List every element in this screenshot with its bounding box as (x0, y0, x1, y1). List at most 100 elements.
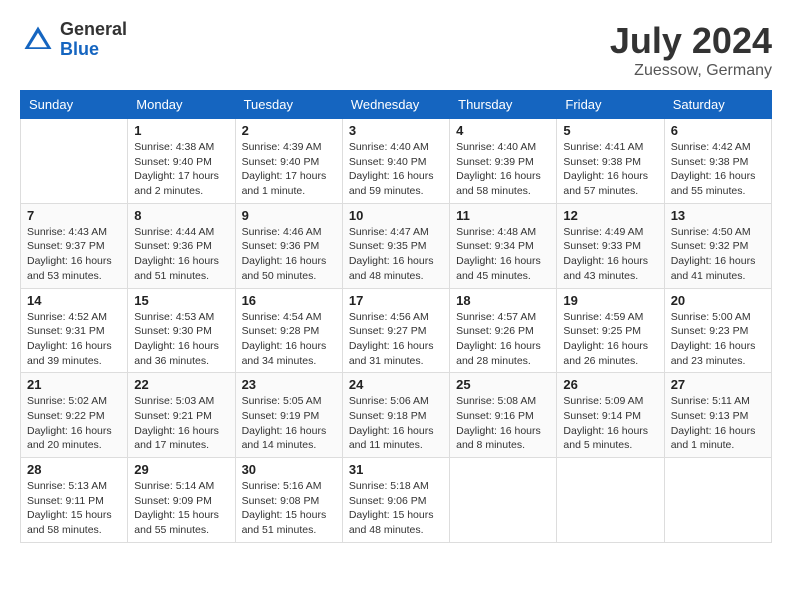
day-number: 3 (349, 123, 443, 138)
calendar-cell (21, 119, 128, 204)
day-number: 4 (456, 123, 550, 138)
title-block: July 2024 Zuessow, Germany (610, 20, 772, 80)
calendar-cell: 28 Sunrise: 5:13 AM Sunset: 9:11 PM Dayli… (21, 458, 128, 543)
day-info: Sunrise: 5:08 AM Sunset: 9:16 PM Dayligh… (456, 394, 550, 453)
calendar-cell: 23 Sunrise: 5:05 AM Sunset: 9:19 PM Dayli… (235, 373, 342, 458)
calendar-cell: 17Sunrise: 4:56 AM Sunset: 9:27 PM Dayli… (342, 288, 449, 373)
day-info: Sunrise: 5:03 AM Sunset: 9:21 PM Dayligh… (134, 394, 228, 453)
day-number: 22 (134, 377, 228, 392)
calendar-cell: 19 Sunrise: 4:59 AM Sunset: 9:25 PM Dayli… (557, 288, 664, 373)
calendar-cell: 22 Sunrise: 5:03 AM Sunset: 9:21 PM Dayli… (128, 373, 235, 458)
day-info: Sunrise: 5:06 AM Sunset: 9:18 PM Dayligh… (349, 394, 443, 453)
calendar-cell: 3 Sunrise: 4:40 AM Sunset: 9:40 PM Daylig… (342, 119, 449, 204)
day-number: 27 (671, 377, 765, 392)
calendar-cell: 29Sunrise: 5:14 AM Sunset: 9:09 PM Dayli… (128, 458, 235, 543)
day-number: 16 (242, 293, 336, 308)
day-info: Sunrise: 5:14 AM Sunset: 9:09 PM Dayligh… (134, 479, 228, 538)
weekday-header-row: SundayMondayTuesdayWednesdayThursdayFrid… (21, 91, 772, 119)
day-info: Sunrise: 5:09 AM Sunset: 9:14 PM Dayligh… (563, 394, 657, 453)
weekday-header-sunday: Sunday (21, 91, 128, 119)
calendar-cell: 16 Sunrise: 4:54 AM Sunset: 9:28 PM Dayli… (235, 288, 342, 373)
calendar-week-row: 28 Sunrise: 5:13 AM Sunset: 9:11 PM Dayli… (21, 458, 772, 543)
day-number: 14 (27, 293, 121, 308)
day-info: Sunrise: 4:56 AM Sunset: 9:27 PM Dayligh… (349, 310, 443, 369)
logo-icon (20, 22, 56, 58)
day-info: Sunrise: 4:57 AM Sunset: 9:26 PM Dayligh… (456, 310, 550, 369)
day-number: 21 (27, 377, 121, 392)
day-number: 19 (563, 293, 657, 308)
day-info: Sunrise: 4:44 AM Sunset: 9:36 PM Dayligh… (134, 225, 228, 284)
calendar-week-row: 21 Sunrise: 5:02 AM Sunset: 9:22 PM Dayli… (21, 373, 772, 458)
day-number: 13 (671, 208, 765, 223)
day-info: Sunrise: 4:59 AM Sunset: 9:25 PM Dayligh… (563, 310, 657, 369)
day-info: Sunrise: 4:46 AM Sunset: 9:36 PM Dayligh… (242, 225, 336, 284)
day-info: Sunrise: 4:47 AM Sunset: 9:35 PM Dayligh… (349, 225, 443, 284)
day-number: 9 (242, 208, 336, 223)
day-info: Sunrise: 5:16 AM Sunset: 9:08 PM Dayligh… (242, 479, 336, 538)
day-info: Sunrise: 5:05 AM Sunset: 9:19 PM Dayligh… (242, 394, 336, 453)
day-number: 12 (563, 208, 657, 223)
day-number: 23 (242, 377, 336, 392)
calendar-cell: 4 Sunrise: 4:40 AM Sunset: 9:39 PM Daylig… (450, 119, 557, 204)
calendar-cell (664, 458, 771, 543)
logo-general-label: General (60, 20, 127, 40)
logo-blue-label: Blue (60, 40, 127, 60)
calendar-cell: 27 Sunrise: 5:11 AM Sunset: 9:13 PM Dayli… (664, 373, 771, 458)
day-info: Sunrise: 5:18 AM Sunset: 9:06 PM Dayligh… (349, 479, 443, 538)
day-number: 5 (563, 123, 657, 138)
calendar-cell: 25 Sunrise: 5:08 AM Sunset: 9:16 PM Dayli… (450, 373, 557, 458)
day-info: Sunrise: 5:11 AM Sunset: 9:13 PM Dayligh… (671, 394, 765, 453)
day-number: 8 (134, 208, 228, 223)
calendar-body: 1Sunrise: 4:38 AM Sunset: 9:40 PM Daylig… (21, 119, 772, 543)
day-number: 11 (456, 208, 550, 223)
day-number: 30 (242, 462, 336, 477)
calendar-cell (557, 458, 664, 543)
day-info: Sunrise: 4:54 AM Sunset: 9:28 PM Dayligh… (242, 310, 336, 369)
day-info: Sunrise: 4:50 AM Sunset: 9:32 PM Dayligh… (671, 225, 765, 284)
day-info: Sunrise: 5:02 AM Sunset: 9:22 PM Dayligh… (27, 394, 121, 453)
weekday-header-saturday: Saturday (664, 91, 771, 119)
calendar-cell: 20Sunrise: 5:00 AM Sunset: 9:23 PM Dayli… (664, 288, 771, 373)
calendar-cell: 18Sunrise: 4:57 AM Sunset: 9:26 PM Dayli… (450, 288, 557, 373)
calendar-cell: 24 Sunrise: 5:06 AM Sunset: 9:18 PM Dayli… (342, 373, 449, 458)
day-number: 28 (27, 462, 121, 477)
day-number: 26 (563, 377, 657, 392)
day-info: Sunrise: 5:13 AM Sunset: 9:11 PM Dayligh… (27, 479, 121, 538)
calendar-cell: 30 Sunrise: 5:16 AM Sunset: 9:08 PM Dayli… (235, 458, 342, 543)
calendar-cell: 11 Sunrise: 4:48 AM Sunset: 9:34 PM Dayli… (450, 203, 557, 288)
day-info: Sunrise: 4:43 AM Sunset: 9:37 PM Dayligh… (27, 225, 121, 284)
calendar-table: SundayMondayTuesdayWednesdayThursdayFrid… (20, 90, 772, 543)
day-info: Sunrise: 5:00 AM Sunset: 9:23 PM Dayligh… (671, 310, 765, 369)
day-number: 7 (27, 208, 121, 223)
calendar-cell: 21 Sunrise: 5:02 AM Sunset: 9:22 PM Dayli… (21, 373, 128, 458)
day-info: Sunrise: 4:41 AM Sunset: 9:38 PM Dayligh… (563, 140, 657, 199)
day-info: Sunrise: 4:52 AM Sunset: 9:31 PM Dayligh… (27, 310, 121, 369)
day-number: 24 (349, 377, 443, 392)
calendar-cell: 6Sunrise: 4:42 AM Sunset: 9:38 PM Daylig… (664, 119, 771, 204)
day-info: Sunrise: 4:48 AM Sunset: 9:34 PM Dayligh… (456, 225, 550, 284)
calendar-cell: 1Sunrise: 4:38 AM Sunset: 9:40 PM Daylig… (128, 119, 235, 204)
location-label: Zuessow, Germany (610, 62, 772, 80)
calendar-cell: 5 Sunrise: 4:41 AM Sunset: 9:38 PM Daylig… (557, 119, 664, 204)
calendar-cell: 14 Sunrise: 4:52 AM Sunset: 9:31 PM Dayli… (21, 288, 128, 373)
day-info: Sunrise: 4:40 AM Sunset: 9:39 PM Dayligh… (456, 140, 550, 199)
day-info: Sunrise: 4:38 AM Sunset: 9:40 PM Dayligh… (134, 140, 228, 199)
weekday-header-monday: Monday (128, 91, 235, 119)
day-info: Sunrise: 4:42 AM Sunset: 9:38 PM Dayligh… (671, 140, 765, 199)
weekday-header-wednesday: Wednesday (342, 91, 449, 119)
day-number: 15 (134, 293, 228, 308)
day-info: Sunrise: 4:39 AM Sunset: 9:40 PM Dayligh… (242, 140, 336, 199)
calendar-cell: 7 Sunrise: 4:43 AM Sunset: 9:37 PM Daylig… (21, 203, 128, 288)
day-info: Sunrise: 4:53 AM Sunset: 9:30 PM Dayligh… (134, 310, 228, 369)
day-info: Sunrise: 4:49 AM Sunset: 9:33 PM Dayligh… (563, 225, 657, 284)
calendar-cell: 31Sunrise: 5:18 AM Sunset: 9:06 PM Dayli… (342, 458, 449, 543)
calendar-cell: 12 Sunrise: 4:49 AM Sunset: 9:33 PM Dayli… (557, 203, 664, 288)
page-header: General Blue July 2024 Zuessow, Germany (20, 20, 772, 80)
day-number: 10 (349, 208, 443, 223)
day-number: 25 (456, 377, 550, 392)
day-info: Sunrise: 4:40 AM Sunset: 9:40 PM Dayligh… (349, 140, 443, 199)
calendar-cell: 13 Sunrise: 4:50 AM Sunset: 9:32 PM Dayli… (664, 203, 771, 288)
logo-text: General Blue (60, 20, 127, 60)
calendar-cell: 26 Sunrise: 5:09 AM Sunset: 9:14 PM Dayli… (557, 373, 664, 458)
day-number: 2 (242, 123, 336, 138)
